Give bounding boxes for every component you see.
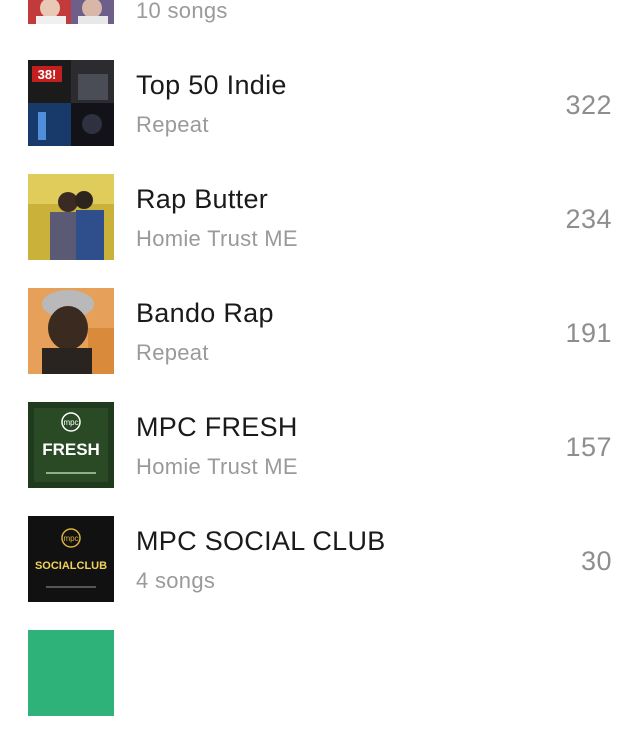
playlist-row[interactable] (0, 616, 640, 730)
playlist-count: 234 (565, 204, 612, 234)
playlist-row[interactable]: 38! Top 50 Indie Repeat 322 (0, 46, 640, 160)
playlist-subtitle: Repeat (136, 112, 209, 137)
playlist-cover-collage-icon (28, 0, 114, 24)
playlist-count: 157 (565, 432, 612, 462)
mpc-logo-text: mpc (63, 418, 78, 427)
playlist-subtitle: Homie Trust ME (136, 454, 298, 479)
playlist-subtitle: Repeat (136, 340, 209, 365)
playlist-title: MPC SOCIAL CLUB (136, 526, 386, 556)
playlist-cover-mpc-fresh-icon: mpc FRESH (28, 402, 114, 488)
playlist-row[interactable]: mpc SOCIALCLUB MPC SOCIAL CLUB 4 songs 3… (0, 502, 640, 616)
playlist-row[interactable]: Bando Rap Repeat 191 (0, 274, 640, 388)
playlist-count: 322 (565, 90, 612, 120)
playlist-title: MPC FRESH (136, 412, 298, 442)
cover-text: FRESH (42, 440, 100, 459)
playlist-row[interactable]: mpc FRESH MPC FRESH Homie Trust ME 157 (0, 388, 640, 502)
playlist-count: 191 (565, 318, 612, 348)
playlist-subtitle: 10 songs (136, 0, 228, 23)
playlist-row[interactable]: 10 songs (0, 0, 640, 38)
playlist-subtitle: Homie Trust ME (136, 226, 298, 251)
playlist-list[interactable]: 10 songs 38! Top 50 Indie Repeat 322 Rap… (0, 0, 640, 716)
playlist-cover-portrait-icon (28, 288, 114, 374)
svg-text:38!: 38! (38, 67, 57, 82)
playlist-cover-collage-icon: 38! (28, 60, 114, 146)
playlist-subtitle: 4 songs (136, 568, 216, 593)
playlist-title: Rap Butter (136, 184, 269, 214)
playlist-row[interactable]: Rap Butter Homie Trust ME 234 (0, 160, 640, 274)
playlist-title: Bando Rap (136, 298, 274, 328)
playlist-cover-icon (28, 630, 114, 716)
playlist-count: 30 (580, 546, 612, 576)
playlist-cover-mpc-social-icon: mpc SOCIALCLUB (28, 516, 114, 602)
playlist-title: Top 50 Indie (136, 70, 287, 100)
mpc-logo-text: mpc (63, 534, 78, 543)
cover-text: SOCIALCLUB (35, 560, 107, 572)
playlist-cover-photo-icon (28, 174, 114, 260)
